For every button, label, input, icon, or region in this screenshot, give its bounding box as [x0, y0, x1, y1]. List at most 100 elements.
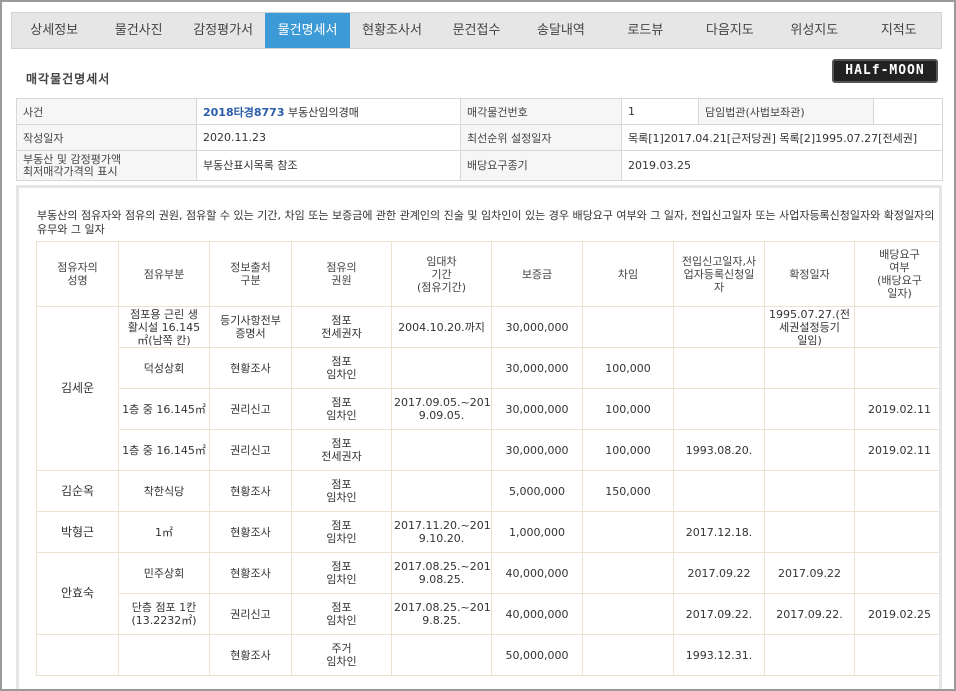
table-cell	[854, 470, 939, 512]
table-cell: 점포 임차인	[291, 347, 392, 389]
tab-9[interactable]: 위성지도	[772, 13, 856, 48]
table-row: 박형근 1㎡ 현황조사 점포 임차인 2017.11.20.~201 9.10.20. 1,0…	[36, 511, 939, 553]
occupancy-header-cell: 보증금	[491, 241, 583, 307]
judge-label: 담임법관(사법보좌관)	[698, 98, 874, 125]
tab-bar: 상세정보 물건사진 감정평가서 물건명세서 현황조사서 문건접수 송달내역 로드뷰 다음지도 위성…	[11, 12, 942, 49]
tab-10[interactable]: 지적도	[857, 13, 941, 48]
appraisal-value: 부동산표시목록 참조	[196, 150, 461, 181]
case-type: 부동산임의경매	[287, 105, 359, 119]
table-cell: 2017.09.22	[764, 552, 855, 594]
table-cell: 현황조사	[209, 470, 292, 512]
table-cell: 1층 중 16.145㎡	[118, 429, 210, 471]
table-cell	[764, 470, 855, 512]
table-cell: 권리신고	[209, 593, 292, 635]
table-cell: 1995.07.27.(전 세권설정등기 일임)	[764, 306, 855, 348]
occupancy-header-cell: 정보출처 구분	[209, 241, 292, 307]
tab-0[interactable]: 상세정보	[12, 13, 96, 48]
table-cell	[582, 634, 674, 676]
table-cell: 1층 중 16.145㎡	[118, 388, 210, 430]
table-cell: 착한식당	[118, 470, 210, 512]
half-moon-logo: HALf-MOON	[832, 59, 938, 83]
table-cell: 덕성상회	[118, 347, 210, 389]
table-cell	[764, 347, 855, 389]
table-cell: 점포 임차인	[291, 511, 392, 553]
table-cell	[673, 347, 765, 389]
tab-3[interactable]: 물건명세서	[265, 13, 350, 48]
table-cell: 100,000	[582, 388, 674, 430]
tab-6[interactable]: 송달내역	[519, 13, 603, 48]
table-cell: 2017.09.22.	[764, 593, 855, 635]
occupancy-header-cell: 점유의 권원	[291, 241, 392, 307]
table-cell	[391, 347, 492, 389]
table-cell: 30,000,000	[491, 347, 583, 389]
occupancy-table: 점유자의 성명 점유부분 정보출처 구분 점유의 권원 임대차 기간 (점유기간) 보증금 차임 전입신…	[36, 241, 939, 676]
table-cell	[582, 511, 674, 553]
table-row: 현황조사 주거 임차인 50,000,000 1993.12.31.	[36, 634, 939, 676]
table-cell: 권리신고	[209, 429, 292, 471]
page-frame: 상세정보 물건사진 감정평가서 물건명세서 현황조사서 문건접수 송달내역 로드뷰 다음지도 위성…	[0, 0, 956, 691]
table-cell: 등기사항전부 증명서	[209, 306, 292, 348]
table-cell	[673, 470, 765, 512]
appraisal-label-line2: 최저매각가격의 표시	[23, 164, 118, 178]
table-cell: 40,000,000	[491, 552, 583, 594]
occupancy-header-row: 점유자의 성명 점유부분 정보출처 구분 점유의 권원 임대차 기간 (점유기간) 보증금 차임 전입신…	[36, 241, 939, 307]
judge-value	[873, 98, 943, 125]
table-cell: 현황조사	[209, 634, 292, 676]
table-cell	[764, 511, 855, 553]
table-cell: 40,000,000	[491, 593, 583, 635]
table-cell	[854, 306, 939, 348]
tab-2[interactable]: 감정평가서	[181, 13, 265, 48]
table-cell	[673, 306, 765, 348]
table-cell: 2017.09.22	[673, 552, 765, 594]
table-cell: 민주상회	[118, 552, 210, 594]
tab-1[interactable]: 물건사진	[96, 13, 180, 48]
table-cell: 1993.12.31.	[673, 634, 765, 676]
table-cell: 2019.02.11	[854, 388, 939, 430]
table-cell	[764, 634, 855, 676]
table-cell: 100,000	[582, 347, 674, 389]
table-cell: 현황조사	[209, 552, 292, 594]
occupant-name	[36, 634, 119, 676]
written-date-value: 2020.11.23	[196, 124, 461, 151]
tab-7[interactable]: 로드뷰	[603, 13, 687, 48]
table-cell: 30,000,000	[491, 388, 583, 430]
table-cell: 점포 임차인	[291, 388, 392, 430]
table-cell: 2017.09.05.~201 9.09.05.	[391, 388, 492, 430]
table-cell: 점포 전세권자	[291, 429, 392, 471]
occupant-name: 안효숙	[36, 552, 119, 635]
item-no-label: 매각물건번호	[460, 98, 622, 125]
occupancy-section: 부동산의 점유자와 점유의 권원, 점유할 수 있는 기간, 차임 또는 보증금…	[16, 185, 942, 689]
case-label: 사건	[16, 98, 197, 125]
priority-date-label: 최선순위 설정일자	[460, 124, 622, 151]
table-cell: 1,000,000	[491, 511, 583, 553]
table-cell: 2017.08.25.~201 9.8.25.	[391, 593, 492, 635]
table-cell: 2017.08.25.~201 9.08.25.	[391, 552, 492, 594]
table-cell: 1993.08.20.	[673, 429, 765, 471]
table-cell	[854, 634, 939, 676]
table-cell	[391, 429, 492, 471]
table-cell: 주거 임차인	[291, 634, 392, 676]
table-cell: 2017.12.18.	[673, 511, 765, 553]
table-cell: 30,000,000	[491, 306, 583, 348]
item-no-value: 1	[621, 98, 699, 125]
table-cell: 2019.02.11	[854, 429, 939, 471]
table-cell: 점포용 근린 생 활시설 16.145 ㎡(남쪽 칸)	[118, 306, 210, 348]
tab-4[interactable]: 현황조사서	[350, 13, 434, 48]
written-date-label: 작성일자	[16, 124, 197, 151]
tab-5[interactable]: 문건접수	[434, 13, 518, 48]
case-number[interactable]: 2018타경8773	[203, 106, 284, 119]
occupancy-description: 부동산의 점유자와 점유의 권원, 점유할 수 있는 기간, 차임 또는 보증금…	[37, 209, 935, 236]
occupancy-header-cell: 임대차 기간 (점유기간)	[391, 241, 492, 307]
table-cell: 점포 임차인	[291, 470, 392, 512]
table-cell: 현황조사	[209, 347, 292, 389]
table-cell: 2017.09.22.	[673, 593, 765, 635]
table-cell	[391, 470, 492, 512]
table-cell: 점포 전세권자	[291, 306, 392, 348]
tab-8[interactable]: 다음지도	[688, 13, 772, 48]
table-cell: 점포 임차인	[291, 593, 392, 635]
appraisal-label: 부동산 및 감정평가액 최저매각가격의 표시	[16, 150, 197, 181]
table-cell	[673, 388, 765, 430]
table-cell	[582, 593, 674, 635]
table-cell: 현황조사	[209, 511, 292, 553]
table-row: 1층 중 16.145㎡ 권리신고 점포 임차인 2017.09.05.~201 9.09…	[37, 388, 939, 430]
